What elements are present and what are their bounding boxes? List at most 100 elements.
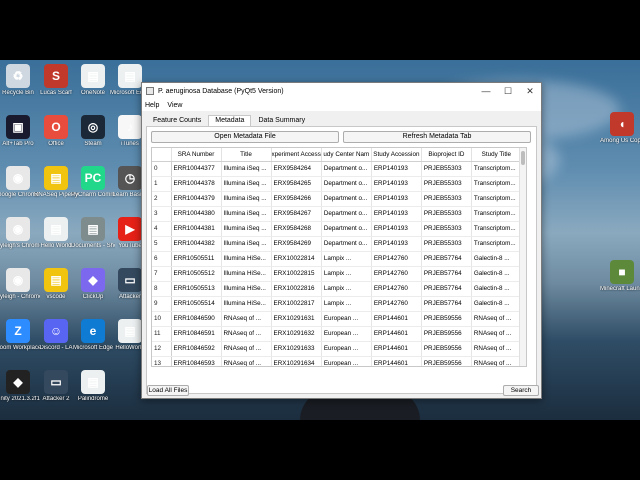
table-row[interactable]: 5 ERR10044382 Illumina iSeq ... ERX9584269 D… [152, 236, 522, 252]
table-cell[interactable]: ERX10022816 [271, 281, 322, 297]
table-cell[interactable]: ERP140193 [371, 206, 422, 222]
table-cell[interactable]: ERR10505514 [171, 296, 222, 312]
table-cell[interactable]: PRJEB59556 [421, 311, 472, 327]
table-cell[interactable]: ERX9584266 [271, 191, 322, 207]
table-cell[interactable]: Illumina HiSe... [221, 266, 272, 282]
close-icon[interactable]: ✕ [519, 86, 541, 97]
column-header-title[interactable]: Title [221, 148, 272, 162]
table-cell[interactable]: ERX10022814 [271, 251, 322, 267]
table-cell[interactable]: RNAseq of ... [221, 341, 272, 357]
row-number[interactable]: 5 [152, 236, 172, 252]
table-cell[interactable]: ERX10291631 [271, 311, 322, 327]
column-header-xperiment-access[interactable]: xperiment Access [271, 148, 322, 162]
row-number[interactable]: 9 [152, 296, 172, 312]
table-cell[interactable]: ERR10044377 [171, 161, 222, 177]
table-cell[interactable]: Illumina iSeq ... [221, 161, 272, 177]
table-cell[interactable]: PRJEB55303 [421, 191, 472, 207]
table-row[interactable]: 8 ERR10505513 Illumina HiSe... ERX10022816 L… [152, 281, 522, 297]
table-row[interactable]: 2 ERR10044379 Illumina iSeq ... ERX9584266 D… [152, 191, 522, 207]
maximize-icon[interactable]: ☐ [497, 86, 519, 97]
table-cell[interactable]: ERP140193 [371, 191, 422, 207]
table-cell[interactable]: PRJEB55303 [421, 176, 472, 192]
table-cell[interactable]: ERX10291632 [271, 326, 322, 342]
table-cell[interactable]: Department o... [321, 221, 372, 237]
desktop-icon-palindrome[interactable]: ▤ Palindrome [71, 370, 115, 403]
table-row[interactable]: 3 ERR10044380 Illumina iSeq ... ERX9584267 D… [152, 206, 522, 222]
table-cell[interactable]: PRJEB57764 [421, 296, 472, 312]
table-cell[interactable]: Illumina HiSe... [221, 251, 272, 267]
table-cell[interactable]: Illumina iSeq ... [221, 236, 272, 252]
open-metadata-button[interactable]: Open Metadata File [151, 131, 339, 143]
table-cell[interactable]: RNAseq of ... [471, 311, 522, 327]
row-number[interactable]: 3 [152, 206, 172, 222]
table-cell[interactable]: Department o... [321, 191, 372, 207]
table-cell[interactable]: Department o... [321, 206, 372, 222]
table-cell[interactable]: Illumina iSeq ... [221, 191, 272, 207]
table-cell[interactable]: Illumina iSeq ... [221, 221, 272, 237]
table-cell[interactable]: PRJEB55303 [421, 161, 472, 177]
table-cell[interactable]: Lampix ... [321, 251, 372, 267]
table-cell[interactable]: ERP140193 [371, 236, 422, 252]
table-cell[interactable]: Illumina HiSe... [221, 296, 272, 312]
table-cell[interactable]: PRJEB55303 [421, 236, 472, 252]
table-cell[interactable]: RNAseq of ... [471, 326, 522, 342]
desktop-icon-among-us-copy[interactable]: ◖ Among Us Copy [600, 112, 640, 145]
table-cell[interactable]: ERP140193 [371, 161, 422, 177]
row-number[interactable]: 2 [152, 191, 172, 207]
vertical-scrollbar[interactable] [519, 148, 526, 366]
table-cell[interactable]: Lampix ... [321, 266, 372, 282]
table-cell[interactable]: ERP140193 [371, 176, 422, 192]
table-cell[interactable]: Galectin-8 ... [471, 281, 522, 297]
table-cell[interactable]: RNAseq of ... [471, 341, 522, 357]
table-cell[interactable]: ERX10022817 [271, 296, 322, 312]
table-cell[interactable]: RNAseq of ... [221, 311, 272, 327]
table-row[interactable]: 13 ERR10846593 RNAseq of ... ERX10291634 Eur… [152, 356, 522, 366]
table-cell[interactable]: Galectin-8 ... [471, 266, 522, 282]
table-cell[interactable]: ERR10505513 [171, 281, 222, 297]
row-number[interactable]: 11 [152, 326, 172, 342]
table-cell[interactable]: PRJEB57764 [421, 266, 472, 282]
column-header-sra-number[interactable]: SRA Number [171, 148, 222, 162]
table-cell[interactable]: ERR10505511 [171, 251, 222, 267]
row-number[interactable]: 0 [152, 161, 172, 177]
table-cell[interactable]: Transcriptom... [471, 191, 522, 207]
load-all-files-button[interactable]: Load All Files [147, 385, 189, 396]
table-cell[interactable]: Lampix ... [321, 281, 372, 297]
table-cell[interactable]: Department o... [321, 176, 372, 192]
table-row[interactable]: 9 ERR10505514 Illumina HiSe... ERX10022817 L… [152, 296, 522, 312]
table-cell[interactable]: ERR10044380 [171, 206, 222, 222]
table-cell[interactable]: European ... [321, 326, 372, 342]
table-cell[interactable]: RNAseq of ... [471, 356, 522, 366]
table-cell[interactable]: ERX10291634 [271, 356, 322, 366]
menu-view[interactable]: View [167, 102, 182, 109]
table-cell[interactable]: European ... [321, 356, 372, 366]
desktop-icon-minecraft-launcher[interactable]: ■ Minecraft Launcher [600, 260, 640, 293]
table-cell[interactable]: ERX9584268 [271, 221, 322, 237]
table-cell[interactable]: ERP144601 [371, 311, 422, 327]
table-cell[interactable]: PRJEB59556 [421, 326, 472, 342]
row-number[interactable]: 1 [152, 176, 172, 192]
table-cell[interactable]: Illumina HiSe... [221, 281, 272, 297]
table-cell[interactable]: Department o... [321, 161, 372, 177]
table-cell[interactable]: ERR10044378 [171, 176, 222, 192]
table-cell[interactable]: ERR10044382 [171, 236, 222, 252]
table-cell[interactable]: ERP142760 [371, 296, 422, 312]
table-cell[interactable]: Transcriptom... [471, 161, 522, 177]
row-number[interactable]: 6 [152, 251, 172, 267]
table-row[interactable]: 6 ERR10505511 Illumina HiSe... ERX10022814 L… [152, 251, 522, 267]
table-cell[interactable]: Transcriptom... [471, 221, 522, 237]
table-cell[interactable]: PRJEB59556 [421, 356, 472, 366]
table-cell[interactable]: Transcriptom... [471, 236, 522, 252]
table-cell[interactable]: ERX10291633 [271, 341, 322, 357]
table-cell[interactable]: ERP142760 [371, 281, 422, 297]
table-cell[interactable]: ERR10846593 [171, 356, 222, 366]
table-row[interactable]: 1 ERR10044378 Illumina iSeq ... ERX9584265 D… [152, 176, 522, 192]
row-number[interactable]: 8 [152, 281, 172, 297]
table-cell[interactable]: PRJEB57764 [421, 281, 472, 297]
table-cell[interactable]: RNAseq of ... [221, 356, 272, 366]
title-bar[interactable]: P. aeruginosa Database (PyQt5 Version) —… [142, 83, 541, 99]
minimize-icon[interactable]: — [475, 86, 497, 96]
table-cell[interactable]: ERR10846590 [171, 311, 222, 327]
table-cell[interactable]: ERR10505512 [171, 266, 222, 282]
column-header-bioproject-id[interactable]: Bioproject ID [421, 148, 472, 162]
